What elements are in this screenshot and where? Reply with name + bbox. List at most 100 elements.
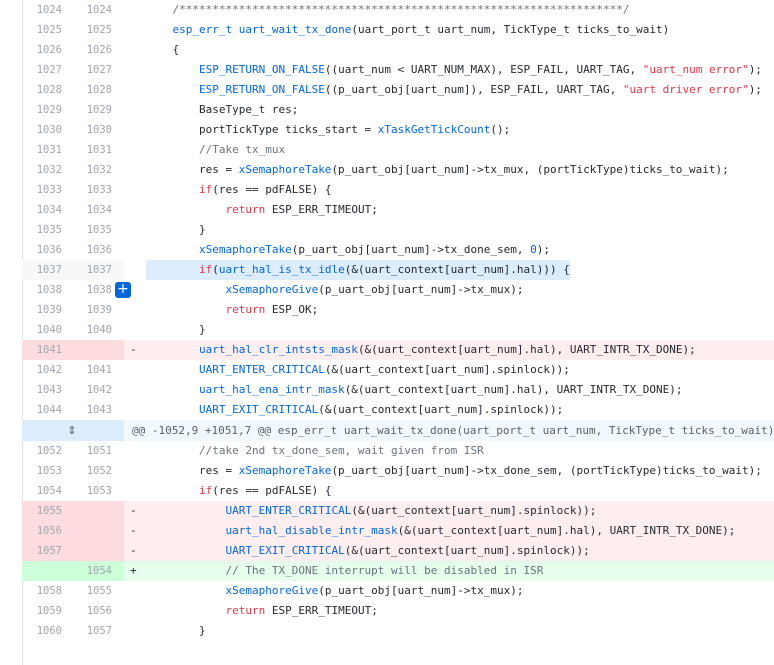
old-line-number[interactable]: 1055 bbox=[22, 501, 62, 521]
code-line: portTickType ticks_start = xTaskGetTickC… bbox=[146, 123, 511, 136]
diff-line-row: 1053 1052 res = xSemaphoreTake(p_uart_obj… bbox=[22, 461, 774, 481]
diff-line-row: 1028 1028 ESP_RETURN_ON_FALSE((p_uart_obj… bbox=[22, 80, 774, 100]
old-line-number[interactable]: 1042 bbox=[22, 360, 62, 380]
old-line-number[interactable]: 1038 bbox=[22, 280, 62, 300]
old-line-number[interactable]: 1029 bbox=[22, 100, 62, 120]
old-line-number[interactable]: 1052 bbox=[22, 441, 62, 461]
new-line-number[interactable]: 1043 bbox=[62, 400, 112, 420]
deleted-line-row: 1055 - UART_ENTER_CRITICAL(&(uart_context… bbox=[22, 501, 774, 521]
diff-line-row: 1060 1057 } bbox=[22, 621, 774, 641]
diff-marker: - bbox=[130, 504, 137, 517]
diff-line-row: 1040 1040 } bbox=[22, 320, 774, 340]
new-line-number[interactable]: 1038 bbox=[62, 280, 112, 300]
new-line-number[interactable]: 1051 bbox=[62, 441, 112, 461]
new-line-number[interactable]: 1053 bbox=[62, 481, 112, 501]
old-line-number[interactable]: 1030 bbox=[22, 120, 62, 140]
old-line-number[interactable]: 1053 bbox=[22, 461, 62, 481]
old-line-number[interactable]: 1058 bbox=[22, 581, 62, 601]
code-line: return ESP_ERR_TIMEOUT; bbox=[225, 203, 378, 216]
old-line-number[interactable]: 1037 bbox=[22, 260, 62, 280]
new-line-number[interactable]: 1034 bbox=[62, 200, 112, 220]
new-line-number[interactable]: 1055 bbox=[62, 581, 112, 601]
old-line-number[interactable]: 1035 bbox=[22, 220, 62, 240]
new-line-number[interactable]: 1028 bbox=[62, 80, 112, 100]
code-line: uart_hal_disable_intr_mask(&(uart_contex… bbox=[225, 524, 736, 537]
new-line-number[interactable]: 1041 bbox=[62, 360, 112, 380]
diff-line-row: 1033 1033 if(res == pdFALSE) { bbox=[22, 180, 774, 200]
code-line: return ESP_ERR_TIMEOUT; bbox=[225, 604, 378, 617]
old-line-number[interactable]: 1056 bbox=[22, 521, 62, 541]
expand-icon[interactable]: ⇕ bbox=[62, 420, 82, 441]
code-line: UART_ENTER_CRITICAL(&(uart_context[uart_… bbox=[198, 363, 570, 376]
add-comment-button[interactable]: + bbox=[115, 282, 131, 298]
new-line-number[interactable]: 1036 bbox=[62, 240, 112, 260]
code-line: uart_hal_ena_intr_mask(&(uart_context[ua… bbox=[198, 383, 683, 396]
old-line-number[interactable]: 1025 bbox=[22, 20, 62, 40]
new-line-number[interactable]: 1052 bbox=[62, 461, 112, 481]
code-line: } bbox=[146, 624, 206, 637]
code-line: /***************************************… bbox=[146, 3, 630, 16]
new-line-number[interactable] bbox=[62, 541, 112, 561]
new-line-number[interactable]: 1029 bbox=[62, 100, 112, 120]
code-line: res = xSemaphoreTake(p_uart_obj[uart_num… bbox=[146, 464, 762, 477]
diff-line-row: 1032 1032 res = xSemaphoreTake(p_uart_obj… bbox=[22, 160, 774, 180]
diff-marker: + bbox=[130, 564, 137, 577]
new-line-number[interactable] bbox=[62, 521, 112, 541]
old-line-number[interactable]: 1033 bbox=[22, 180, 62, 200]
diff-line-row: 1058 1055 xSemaphoreGive(p_uart_obj[uart_… bbox=[22, 581, 774, 601]
new-line-number[interactable]: 1030 bbox=[62, 120, 112, 140]
new-line-number[interactable]: 1031 bbox=[62, 140, 112, 160]
old-line-number[interactable]: 1060 bbox=[22, 621, 62, 641]
new-line-number[interactable]: 1033 bbox=[62, 180, 112, 200]
new-line-number[interactable] bbox=[62, 501, 112, 521]
new-line-number[interactable]: 1039 bbox=[62, 300, 112, 320]
old-line-number[interactable]: 1032 bbox=[22, 160, 62, 180]
old-line-number[interactable] bbox=[22, 561, 62, 581]
new-line-number[interactable]: 1026 bbox=[62, 40, 112, 60]
diff-marker: - bbox=[130, 524, 137, 537]
old-line-number[interactable]: 1028 bbox=[22, 80, 62, 100]
old-line-number[interactable]: 1054 bbox=[22, 481, 62, 501]
code-line: xSemaphoreGive(p_uart_obj[uart_num]->tx_… bbox=[225, 283, 524, 296]
new-line-number[interactable]: 1056 bbox=[62, 601, 112, 621]
old-line-number[interactable]: 1043 bbox=[22, 380, 62, 400]
old-line-number[interactable]: 1041 bbox=[22, 340, 62, 360]
hunk-header-text: @@ -1052,9 +1051,7 @@ esp_err_t uart_wai… bbox=[132, 424, 774, 437]
hunk-header-row[interactable]: ⇕ @@ -1052,9 +1051,7 @@ esp_err_t uart_wa… bbox=[22, 420, 774, 441]
new-line-number[interactable]: 1054 bbox=[62, 561, 112, 581]
new-line-number[interactable]: 1024 bbox=[62, 0, 112, 20]
old-line-number[interactable]: 1044 bbox=[22, 400, 62, 420]
code-line: xSemaphoreTake(p_uart_obj[uart_num]->tx_… bbox=[198, 243, 550, 256]
diff-line-row: 1044 1043 UART_EXIT_CRITICAL(&(uart_conte… bbox=[22, 400, 774, 420]
old-line-number[interactable]: 1026 bbox=[22, 40, 62, 60]
new-line-number[interactable]: 1040 bbox=[62, 320, 112, 340]
diff-line-row: 1037 1037 if(uart_hal_is_tx_idle(&(uart_c… bbox=[22, 260, 774, 280]
old-line-number[interactable]: 1031 bbox=[22, 140, 62, 160]
old-line-number[interactable]: 1024 bbox=[22, 0, 62, 20]
old-line-number[interactable]: 1036 bbox=[22, 240, 62, 260]
diff-line-row: 1026 1026 { bbox=[22, 40, 774, 60]
code-line: esp_err_t uart_wait_tx_done(uart_port_t … bbox=[172, 23, 670, 36]
old-line-number[interactable]: 1040 bbox=[22, 320, 62, 340]
left-gutter bbox=[0, 0, 23, 665]
old-line-number[interactable]: 1059 bbox=[22, 601, 62, 621]
old-line-number[interactable]: 1027 bbox=[22, 60, 62, 80]
new-line-number[interactable]: 1027 bbox=[62, 60, 112, 80]
old-line-number[interactable]: 1057 bbox=[22, 541, 62, 561]
diff-line-row: 1029 1029 BaseType_t res; bbox=[22, 100, 774, 120]
code-line: uart_hal_clr_intsts_mask(&(uart_context[… bbox=[198, 343, 696, 356]
new-line-number[interactable] bbox=[62, 340, 112, 360]
new-line-number[interactable]: 1032 bbox=[62, 160, 112, 180]
diff-line-row: 1035 1035 } bbox=[22, 220, 774, 240]
new-line-number[interactable]: 1025 bbox=[62, 20, 112, 40]
diff-line-row: 1027 1027 ESP_RETURN_ON_FALSE((uart_num <… bbox=[22, 60, 774, 80]
new-line-number[interactable]: 1035 bbox=[62, 220, 112, 240]
new-line-number[interactable]: 1037 bbox=[62, 260, 112, 280]
old-line-number[interactable]: 1039 bbox=[22, 300, 62, 320]
deleted-line-row: 1056 - uart_hal_disable_intr_mask(&(uart_… bbox=[22, 521, 774, 541]
new-line-number[interactable]: 1042 bbox=[62, 380, 112, 400]
code-line: UART_EXIT_CRITICAL(&(uart_context[uart_n… bbox=[198, 403, 564, 416]
new-line-number[interactable]: 1057 bbox=[62, 621, 112, 641]
code-line: { bbox=[146, 43, 180, 56]
old-line-number[interactable]: 1034 bbox=[22, 200, 62, 220]
